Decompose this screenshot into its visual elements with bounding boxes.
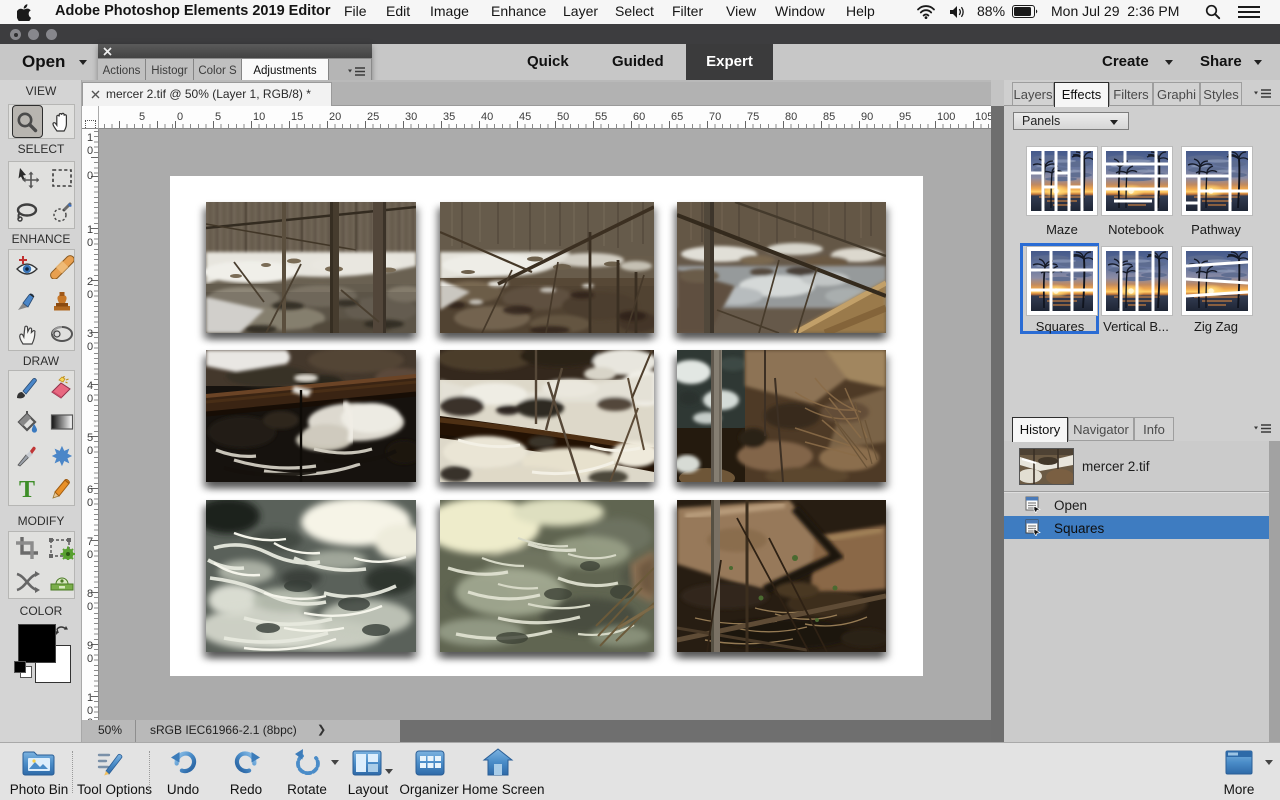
- svg-text:T: T: [18, 477, 34, 501]
